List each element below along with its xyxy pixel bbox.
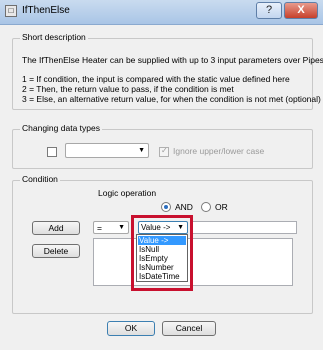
add-button[interactable]: Add: [32, 221, 80, 235]
operator-combo-value: =: [97, 223, 102, 233]
operator-combo[interactable]: = ▼: [93, 221, 129, 234]
description-line: 3 = Else, an alternative return value, f…: [22, 94, 321, 104]
ok-button[interactable]: OK: [107, 321, 155, 336]
chevron-down-icon: ▼: [118, 224, 125, 231]
app-icon: □: [5, 5, 17, 17]
changing-data-types-title: Changing data types: [20, 123, 102, 133]
short-description-title: Short description: [20, 32, 88, 42]
delete-button[interactable]: Delete: [32, 244, 80, 258]
check-icon: ✓: [161, 146, 168, 155]
chevron-down-icon: ▼: [138, 147, 145, 154]
cancel-button[interactable]: Cancel: [162, 321, 216, 336]
and-label: AND: [175, 202, 193, 212]
window-title: IfThenElse: [22, 5, 70, 16]
ignore-case-checkbox[interactable]: ✓: [159, 146, 169, 157]
condition-title: Condition: [20, 174, 60, 184]
value-text-input[interactable]: [192, 221, 297, 234]
condition-list[interactable]: [93, 238, 293, 286]
description-line: 1 = If condition, the input is compared …: [22, 74, 290, 84]
radio-dot-icon: [164, 205, 168, 209]
or-label: OR: [215, 202, 228, 212]
and-radio[interactable]: [161, 202, 171, 212]
logic-operation-label: Logic operation: [98, 188, 157, 198]
close-button[interactable]: X: [284, 2, 318, 19]
data-type-combo[interactable]: ▼: [65, 143, 149, 158]
or-radio[interactable]: [201, 202, 211, 212]
ignore-case-label: Ignore upper/lower case: [173, 146, 265, 156]
description-line: The IfThenElse Heater can be supplied wi…: [22, 55, 323, 65]
data-type-checkbox[interactable]: [47, 147, 57, 157]
annotation-highlight: [131, 215, 193, 291]
help-button[interactable]: ?: [256, 2, 282, 19]
description-line: 2 = Then, the return value to pass, if t…: [22, 84, 234, 94]
